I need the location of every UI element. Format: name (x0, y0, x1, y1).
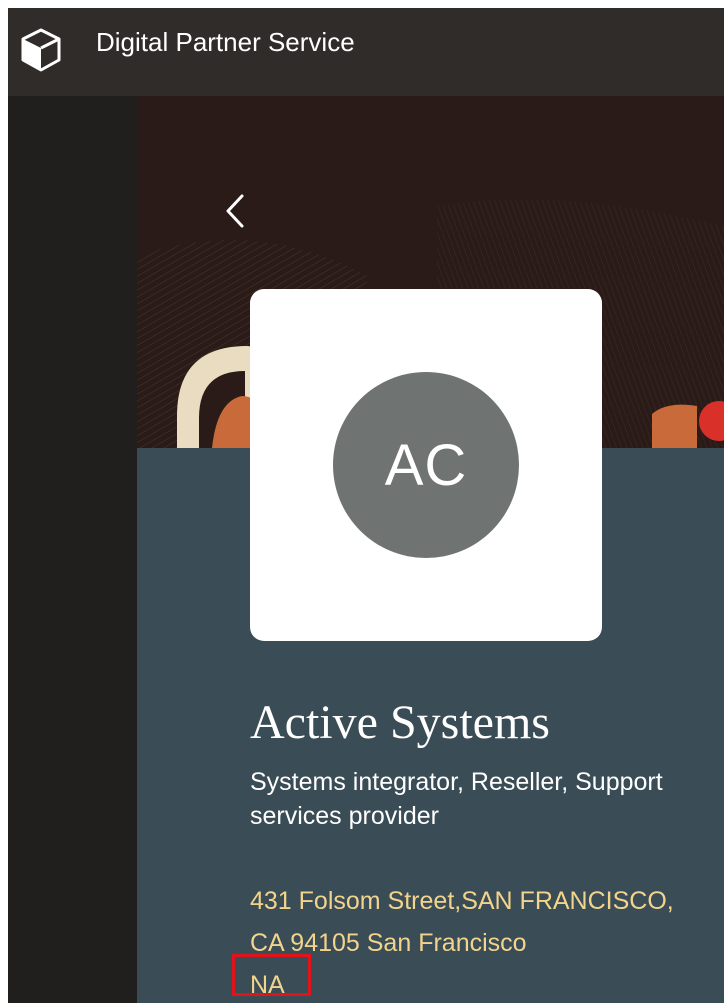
company-address: 431 Folsom Street,SAN FRANCISCO, CA 9410… (250, 880, 720, 1003)
avatar: AC (333, 372, 519, 558)
app-title: Digital Partner Service (96, 27, 355, 57)
address-region: NA (250, 971, 285, 999)
app-header: Digital Partner Service (8, 8, 724, 96)
left-navigation-rail (8, 96, 137, 1003)
app-window: Digital Partner Service AC Active System… (8, 8, 724, 1003)
address-line-1: 431 Folsom Street,SAN FRANCISCO, (250, 887, 674, 915)
address-line-2: CA 94105 San Francisco (250, 929, 527, 957)
company-name: Active Systems (250, 696, 550, 749)
back-button[interactable] (216, 188, 256, 234)
cube-icon[interactable] (16, 25, 66, 75)
company-type: Systems integrator, Reseller, Support se… (250, 768, 663, 830)
avatar-card: AC (250, 289, 602, 641)
region-highlight-box (232, 954, 311, 996)
chevron-left-icon (216, 194, 256, 238)
